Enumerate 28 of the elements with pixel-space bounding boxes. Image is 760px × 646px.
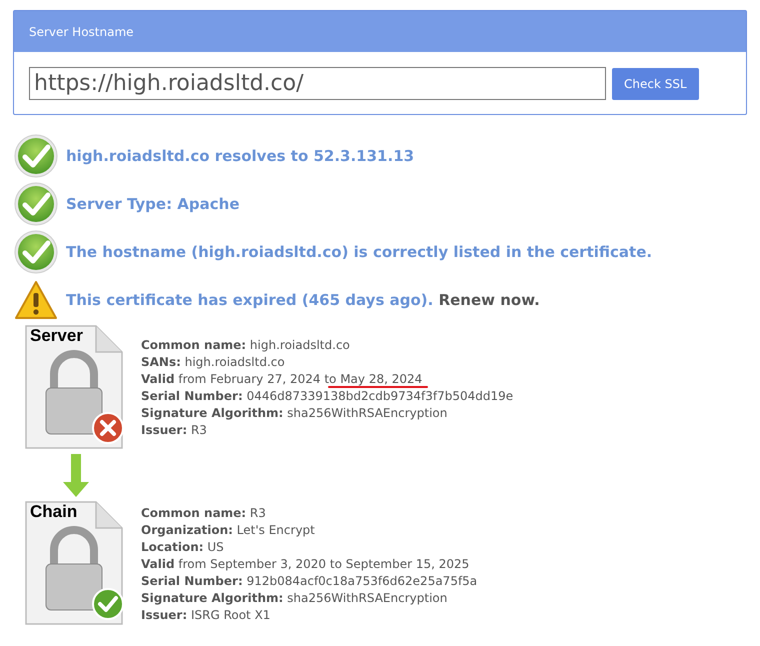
renew-link[interactable]: Renew now. <box>438 290 540 309</box>
certificate-field: SANs: high.roiadsltd.co <box>141 355 285 369</box>
check-icon <box>14 182 58 226</box>
check-result-text: The hostname (high.roiadsltd.co) is correctly listed in the certificate. <box>66 242 652 263</box>
certificate-field: Organization: Let's Encrypt <box>141 522 315 536</box>
check-result-text: This certificate has expired (465 days ago). Renew now. <box>66 290 540 311</box>
certificate-field: Valid from February 27, 2024 to May 28, 2024 <box>141 372 422 386</box>
check-result-text: Server Type: Apache <box>66 194 240 215</box>
down-arrow-icon <box>62 454 90 498</box>
panel-title: Server Hostname <box>29 24 134 40</box>
certificate-label: Chain <box>30 503 78 520</box>
certificate-label: Server <box>30 327 83 344</box>
check-result-text: high.roiadsltd.co resolves to 52.3.131.13 <box>66 146 414 167</box>
certificate-field: Valid from September 3, 2020 to September 15, 2025 <box>141 556 470 570</box>
certificate-field: Serial Number: 0446d87339138bd2cdb9734f3f7b504dd19e <box>141 389 514 403</box>
check-icon <box>14 134 58 178</box>
certificate-field: Common name: R3 <box>141 506 266 520</box>
certificate-field: Common name: high.roiadsltd.co <box>141 338 350 352</box>
certificate-field: Issuer: R3 <box>141 423 207 437</box>
hostname-field[interactable]: https://high.roiadsltd.co/ <box>29 67 606 100</box>
certificate-field: Serial Number: 912b084acf0c18a753f6d62e25a75f5a <box>141 574 478 588</box>
certificate-field: Issuer: ISRG Root X1 <box>141 608 270 622</box>
certificate-field: Signature Algorithm: sha256WithRSAEncryption <box>141 590 448 604</box>
warning-icon <box>14 280 58 320</box>
certificate-field: Signature Algorithm: sha256WithRSAEncryption <box>141 406 448 420</box>
check-icon <box>14 230 58 274</box>
certificate-field: Location: US <box>141 540 224 554</box>
check-ssl-button[interactable]: Check SSL <box>612 68 699 100</box>
